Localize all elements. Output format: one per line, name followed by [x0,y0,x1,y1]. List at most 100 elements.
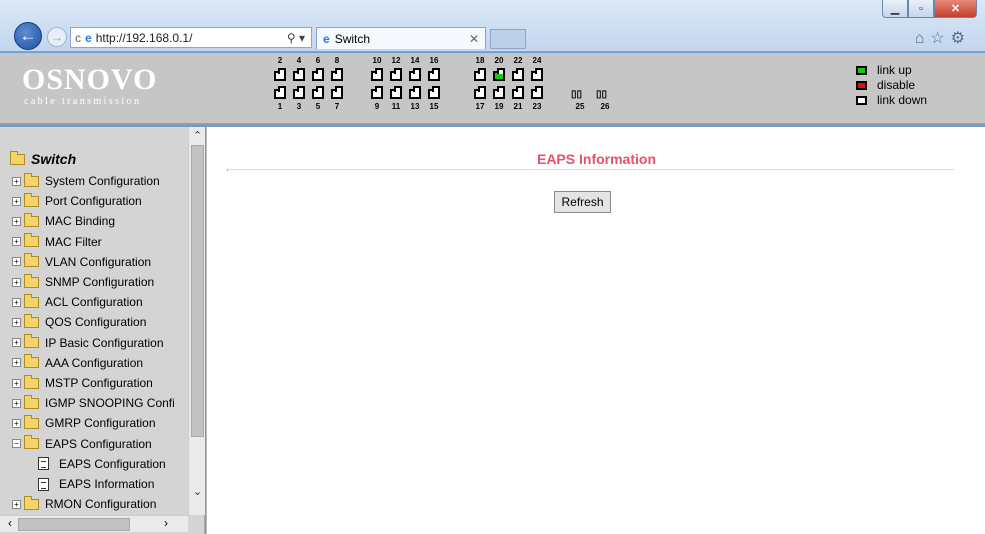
sidebar-item-13[interactable]: − EAPS Configuration [12,435,152,453]
tab-switch[interactable]: e Switch ✕ [316,27,486,49]
sidebar-item-11[interactable]: + IGMP SNOOPING Confi [12,394,175,412]
tree-item-label: ACL Configuration [45,295,143,310]
port-22-icon[interactable] [512,68,524,81]
expand-icon[interactable]: + [12,378,21,388]
scroll-thumb[interactable] [191,145,204,437]
sidebar: Switch + System Configuration + Port Config… [0,127,205,534]
port-11-icon[interactable] [390,86,402,99]
expand-icon[interactable]: + [12,297,21,307]
tree-root[interactable]: Switch [10,150,77,167]
page-icon [38,457,49,471]
port-number-label: 11 [391,102,401,111]
minimize-icon[interactable]: ▁ [882,0,908,18]
refresh-icon[interactable]: c [75,31,81,45]
folder-icon [24,273,39,288]
main-content: EAPS Information Refresh [206,127,985,534]
vertical-scrollbar[interactable]: ⌃ ⌄ [188,127,205,515]
port-3-icon[interactable] [293,86,305,99]
address-text[interactable]: http://192.168.0.1/ [96,31,193,45]
tree-root-label: Switch [31,151,77,167]
port-21-icon[interactable] [512,86,524,99]
sidebar-item-rmon[interactable]: + RMON Configuration [12,495,156,513]
port-24-icon[interactable] [531,68,543,81]
port-6-icon[interactable] [312,68,324,81]
expand-icon[interactable]: + [12,277,21,287]
port-5-icon[interactable] [312,86,324,99]
sidebar-item-2[interactable]: + MAC Binding [12,212,115,230]
expand-icon[interactable]: + [12,176,21,186]
sidebar-item-3[interactable]: + MAC Filter [12,233,102,251]
port-7-icon[interactable] [331,86,343,99]
horizontal-scrollbar[interactable]: ‹ › [0,515,188,532]
sidebar-item-4[interactable]: + VLAN Configuration [12,253,151,271]
tab-close-icon[interactable]: ✕ [469,32,479,46]
sidebar-item-1[interactable]: + Port Configuration [12,192,142,210]
expand-icon[interactable]: + [12,317,21,327]
back-button[interactable]: ← [14,22,42,50]
sidebar-subitem-1[interactable]: EAPS Information [38,475,154,493]
home-icon[interactable]: ⌂ [915,30,931,47]
sidebar-item-8[interactable]: + IP Basic Configuration [12,334,164,352]
port-12-icon[interactable] [390,68,402,81]
expand-icon[interactable]: + [12,398,21,408]
sfp-port-26-icon[interactable]: ▯▯ [596,89,607,100]
address-bar[interactable]: c e http://192.168.0.1/ ⚲ ▾ [70,27,312,48]
port-16-icon[interactable] [428,68,440,81]
port-20-icon[interactable] [493,68,505,81]
new-tab-button[interactable] [490,29,526,49]
port-8-icon[interactable] [331,68,343,81]
port-1-icon[interactable] [274,86,286,99]
sidebar-item-10[interactable]: + MSTP Configuration [12,374,153,392]
expand-icon[interactable]: + [12,499,21,509]
scroll-up-icon[interactable]: ⌃ [189,129,206,145]
port-10-icon[interactable] [371,68,383,81]
port-number-label: 24 [532,56,542,65]
folder-icon [24,374,39,389]
sidebar-subitem-0[interactable]: EAPS Configuration [38,455,166,473]
expand-icon[interactable]: + [12,257,21,267]
port-number-label: 15 [429,102,439,111]
expand-icon[interactable]: + [12,338,21,348]
sfp-port-25-icon[interactable]: ▯▯ [571,89,582,100]
search-icon[interactable]: ⚲ ▾ [287,31,311,45]
port-15-icon[interactable] [428,86,440,99]
sidebar-item-6[interactable]: + ACL Configuration [12,293,143,311]
tree-item-label: Port Configuration [45,194,142,209]
settings-gear-icon[interactable]: ⚙ [951,30,971,47]
port-number-label: 20 [494,56,504,65]
sidebar-item-5[interactable]: + SNMP Configuration [12,273,154,291]
expand-icon[interactable]: + [12,196,21,206]
restore-icon[interactable]: ▫ [908,0,934,18]
scroll-thumb[interactable] [18,518,130,531]
close-icon[interactable]: ✕ [934,0,977,18]
port-4-icon[interactable] [293,68,305,81]
port-number-label: 8 [334,56,340,65]
port-2-icon[interactable] [274,68,286,81]
sidebar-item-0[interactable]: + System Configuration [12,172,160,190]
port-number-label: 5 [315,102,321,111]
scroll-down-icon[interactable]: ⌄ [189,485,206,501]
refresh-button[interactable]: Refresh [554,191,611,213]
favorites-star-icon[interactable]: ☆ [930,30,950,47]
port-23-icon[interactable] [531,86,543,99]
port-number-label: 6 [315,56,321,65]
link-down-swatch [856,95,867,105]
folder-icon [24,212,39,227]
scroll-left-icon[interactable]: ‹ [2,516,18,532]
expand-icon[interactable]: + [12,418,21,428]
sidebar-item-12[interactable]: + GMRP Configuration [12,414,156,432]
port-18-icon[interactable] [474,68,486,81]
port-14-icon[interactable] [409,68,421,81]
port-17-icon[interactable] [474,86,486,99]
forward-button[interactable]: → [47,27,67,47]
scroll-right-icon[interactable]: › [158,516,174,532]
sidebar-item-9[interactable]: + AAA Configuration [12,354,143,372]
expand-icon[interactable]: + [12,358,21,368]
port-9-icon[interactable] [371,86,383,99]
port-13-icon[interactable] [409,86,421,99]
expand-icon[interactable]: + [12,237,21,247]
sidebar-item-7[interactable]: + QOS Configuration [12,313,146,331]
port-19-icon[interactable] [493,86,505,99]
expand-icon[interactable]: + [12,216,21,226]
collapse-icon[interactable]: − [12,439,21,449]
